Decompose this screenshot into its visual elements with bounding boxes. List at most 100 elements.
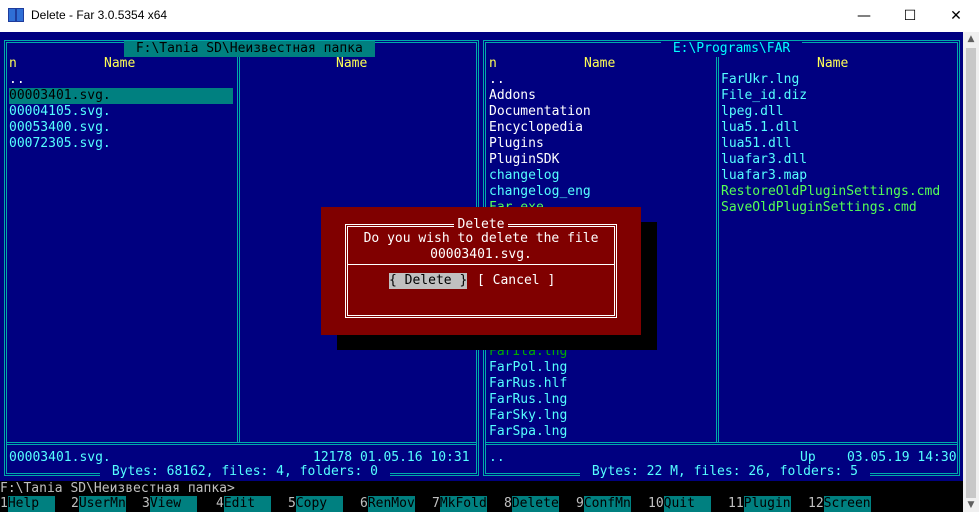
dialog-frame: Delete Do you wish to delete the file 00… — [345, 217, 617, 318]
key-number: 1 — [0, 496, 8, 511]
dialog-message-filename: 00003401.svg. — [430, 247, 532, 262]
key-label: Edit — [223, 496, 271, 512]
right-col2-header-name[interactable]: Name — [817, 56, 848, 72]
far-app-icon — [8, 8, 24, 22]
key-number: 7 — [432, 496, 440, 511]
right-panel-summary: Bytes: 22 M, files: 26, folders: 5 — [580, 464, 870, 480]
dialog-separator — [348, 264, 614, 265]
dialog-message-line1: Do you wish to delete the file — [363, 231, 599, 246]
key-f12-screen[interactable]: 12Screen — [808, 496, 871, 512]
left-file-item[interactable]: 00072305.svg. — [9, 136, 111, 152]
right-file-item[interactable]: FarSky.lng — [489, 408, 567, 424]
key-number: 9 — [576, 496, 584, 511]
function-key-bar: 1Help 2UserMn 3View 4Edit 5Copy 6RenMov … — [0, 496, 963, 512]
right-file-item[interactable]: lpeg.dll — [721, 104, 784, 120]
key-label: Copy — [295, 496, 343, 512]
key-f8-delete[interactable]: 8Delete — [504, 496, 559, 512]
key-number: 8 — [504, 496, 512, 511]
left-file-item[interactable]: 00053400.svg. — [9, 120, 111, 136]
delete-button[interactable]: { Delete } — [389, 273, 468, 289]
key-f7-mkfold[interactable]: 7MkFold — [432, 496, 487, 512]
minimize-button[interactable]: — — [841, 0, 887, 32]
maximize-button[interactable]: ☐ — [887, 0, 933, 32]
key-f1-help[interactable]: 1Help — [0, 496, 55, 512]
key-label: Delete — [511, 496, 559, 512]
right-file-item-parent[interactable]: .. — [489, 72, 505, 88]
right-column-divider — [716, 43, 719, 442]
right-file-item[interactable]: lua51.dll — [721, 136, 791, 152]
cancel-button[interactable]: [ Cancel ] — [477, 273, 555, 289]
left-panel-path[interactable]: F:\Tania SD\Неизвестная папка — [124, 41, 375, 57]
scroll-down-arrow-icon[interactable]: ▼ — [963, 500, 979, 510]
right-folder-item[interactable]: Addons — [489, 88, 536, 104]
left-file-item[interactable]: 00004105.svg. — [9, 104, 111, 120]
key-number: 12 — [808, 496, 824, 511]
right-file-item[interactable]: changelog — [489, 168, 559, 184]
dialog-title: Delete — [453, 217, 509, 232]
left-col1-header-n: n — [9, 56, 17, 71]
key-label: UserMn — [78, 496, 126, 512]
right-file-item[interactable]: luafar3.map — [721, 168, 807, 184]
scrollbar-thumb[interactable] — [966, 48, 976, 498]
right-folder-item[interactable]: Documentation — [489, 104, 591, 120]
right-file-item-executable[interactable]: RestoreOldPluginSettings.cmd — [721, 184, 940, 200]
right-file-item[interactable]: File_id.diz — [721, 88, 807, 104]
delete-dialog[interactable]: Delete Do you wish to delete the file 00… — [321, 207, 641, 335]
right-col1-header-name[interactable]: Name — [584, 56, 615, 72]
key-number: 6 — [360, 496, 368, 511]
right-file-item[interactable]: FarUkr.lng — [721, 72, 799, 88]
key-label: RenMov — [367, 496, 415, 512]
right-file-item[interactable]: luafar3.dll — [721, 152, 807, 168]
left-file-item-parent[interactable]: .. — [9, 72, 25, 88]
key-number: 3 — [142, 496, 150, 511]
right-folder-item[interactable]: Plugins — [489, 136, 544, 152]
key-f10-quit[interactable]: 10Quit — [648, 496, 711, 512]
key-number: 4 — [216, 496, 224, 511]
vertical-scrollbar[interactable]: ▲ ▼ — [963, 32, 979, 512]
key-label: Help — [7, 496, 55, 512]
right-col1-header-n: n — [489, 56, 497, 71]
left-panel-separator — [7, 442, 476, 445]
right-panel-path[interactable]: E:\Programs\FAR — [661, 41, 803, 57]
console-area: F:\Tania SD\Неизвестная папка n Name Nam… — [0, 32, 963, 512]
key-label: Screen — [823, 496, 871, 512]
key-number: 11 — [728, 496, 744, 511]
right-file-item[interactable]: lua5.1.dll — [721, 120, 799, 136]
right-file-item[interactable]: FarSpa.lng — [489, 424, 567, 440]
title-bar: Delete - Far 3.0.5354 x64 — ☐ ✕ — [0, 0, 979, 32]
key-label: ConfMn — [583, 496, 631, 512]
key-label: Quit — [663, 496, 711, 512]
key-label: MkFold — [439, 496, 487, 512]
right-file-item[interactable]: changelog_eng — [489, 184, 591, 200]
right-file-item[interactable]: FarRus.lng — [489, 392, 567, 408]
key-f9-confmenu[interactable]: 9ConfMn — [576, 496, 631, 512]
close-button[interactable]: ✕ — [933, 0, 979, 32]
key-number: 10 — [648, 496, 664, 511]
key-f5-copy[interactable]: 5Copy — [288, 496, 343, 512]
window-title: Delete - Far 3.0.5354 x64 — [31, 8, 168, 22]
right-file-item[interactable]: FarRus.hlf — [489, 376, 567, 392]
key-f2-usermenu[interactable]: 2UserMn — [71, 496, 126, 512]
left-col2-header-name[interactable]: Name — [336, 56, 367, 72]
left-col1-header-name[interactable]: Name — [104, 56, 135, 72]
left-file-item-selected[interactable]: 00003401.svg. — [9, 88, 233, 104]
right-folder-item[interactable]: PluginSDK — [489, 152, 559, 168]
right-file-item-executable[interactable]: SaveOldPluginSettings.cmd — [721, 200, 917, 216]
right-info-filename: .. — [489, 450, 505, 465]
left-info-filename: 00003401.svg. — [9, 450, 111, 465]
scroll-up-arrow-icon[interactable]: ▲ — [963, 34, 979, 44]
key-number: 5 — [288, 496, 296, 511]
right-panel-separator — [486, 442, 957, 445]
right-file-item[interactable]: FarPol.lng — [489, 360, 567, 376]
key-f11-plugin[interactable]: 11Plugin — [728, 496, 791, 512]
key-f6-renmov[interactable]: 6RenMov — [360, 496, 415, 512]
key-f3-view[interactable]: 3View — [142, 496, 197, 512]
key-f4-edit[interactable]: 4Edit — [216, 496, 271, 512]
left-column-divider — [237, 43, 240, 442]
key-label: Plugin — [743, 496, 791, 512]
command-line[interactable]: F:\Tania SD\Неизвестная папка> — [0, 481, 963, 497]
key-label: View — [149, 496, 197, 512]
right-folder-item[interactable]: Encyclopedia — [489, 120, 583, 136]
key-number: 2 — [71, 496, 79, 511]
left-panel-summary: Bytes: 68162, files: 4, folders: 0 — [100, 464, 390, 480]
